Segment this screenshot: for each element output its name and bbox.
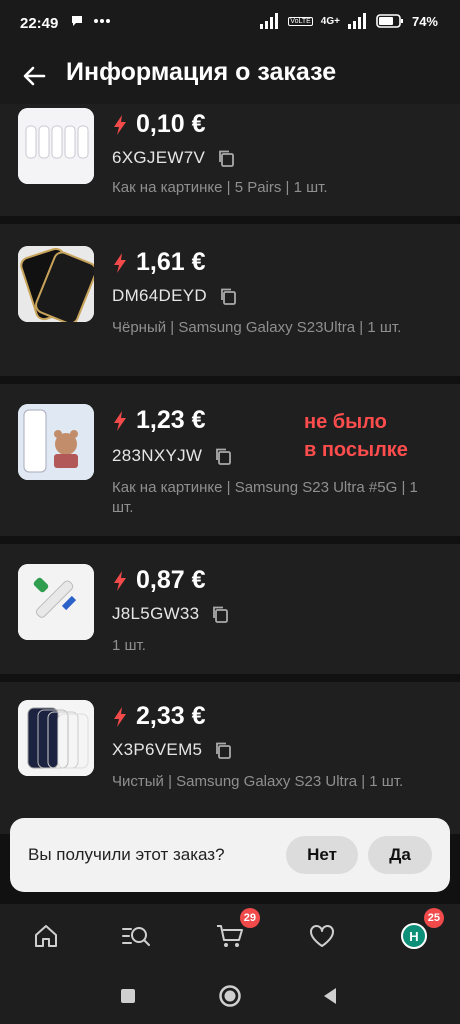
- status-bar: 22:49 VoLTE 4G+ 74%: [0, 0, 460, 48]
- copy-icon[interactable]: [214, 447, 232, 465]
- item-price: 0,10 €: [136, 110, 206, 138]
- order-item[interactable]: 0,10 € 6XGJEW7V Как на картинке | 5 Pair…: [0, 104, 460, 216]
- item-code: J8L5GW33: [112, 604, 200, 623]
- item-price: 2,33 €: [136, 702, 206, 730]
- nav-profile[interactable]: H 25: [396, 908, 444, 954]
- item-description: Как на картинке | Samsung S23 Ultra #5G …: [112, 479, 418, 516]
- item-code: X3P6VEM5: [112, 740, 203, 759]
- app-header: Информация о заказе: [0, 48, 460, 104]
- bear-case-image: [18, 404, 94, 480]
- missing-note: не было в посылке: [304, 408, 408, 464]
- signal-icon: [260, 13, 279, 29]
- nav-catalog[interactable]: [118, 918, 154, 954]
- missing-note-line1: не было: [304, 411, 387, 433]
- product-thumbnail[interactable]: [18, 246, 94, 322]
- bolt-icon: [114, 570, 126, 591]
- yes-button[interactable]: Да: [368, 836, 432, 874]
- item-price: 1,23 €: [136, 406, 206, 434]
- back-triangle-icon[interactable]: [318, 984, 342, 1008]
- status-time: 22:49: [20, 15, 59, 32]
- cart-icon: [217, 925, 243, 947]
- copy-icon[interactable]: [214, 741, 232, 759]
- item-description: 1 шт.: [112, 637, 146, 654]
- copy-icon[interactable]: [219, 287, 237, 305]
- heart-icon: [310, 925, 334, 947]
- network-label: 4G+: [320, 15, 340, 27]
- nav-home[interactable]: [28, 918, 64, 954]
- profile-badge: 25: [423, 908, 444, 928]
- signal-icon-2: [347, 13, 366, 29]
- item-price: 0,87 €: [136, 566, 206, 594]
- item-code: 283NXYJW: [112, 446, 203, 465]
- order-item[interactable]: 1,61 € DM64DEYD Чёрный | Samsung Galaxy …: [0, 224, 460, 376]
- home-circle-icon[interactable]: [218, 984, 242, 1008]
- back-arrow-icon[interactable]: [18, 60, 50, 92]
- bolt-icon: [114, 252, 126, 273]
- bolt-icon: [114, 706, 126, 727]
- item-description: Как на картинке | 5 Pairs | 1 шт.: [112, 179, 328, 196]
- bolt-icon: [114, 410, 126, 431]
- phone-case-image: [18, 246, 94, 322]
- search-list-icon: [122, 927, 150, 946]
- nav-favorites[interactable]: [304, 918, 340, 954]
- product-thumbnail[interactable]: [18, 404, 94, 480]
- socks-image: [18, 108, 94, 184]
- recents-icon[interactable]: [116, 984, 140, 1008]
- system-nav-bar: [0, 968, 460, 1024]
- more-dots-icon: [94, 19, 110, 23]
- cart-badge: 29: [239, 908, 260, 928]
- home-icon: [35, 925, 57, 947]
- missing-note-line2: в посылке: [304, 439, 408, 461]
- no-button[interactable]: Нет: [286, 836, 358, 874]
- order-received-prompt: Вы получили этот заказ? Нет Да: [10, 818, 450, 892]
- item-code: 6XGJEW7V: [112, 148, 206, 167]
- battery-icon: [376, 14, 403, 28]
- product-thumbnail[interactable]: [18, 108, 94, 184]
- item-price: 1,61 €: [136, 248, 206, 276]
- product-thumbnail[interactable]: [18, 700, 94, 776]
- product-thumbnail[interactable]: [18, 564, 94, 640]
- order-item[interactable]: 0,87 € J8L5GW33 1 шт.: [0, 544, 460, 674]
- order-item[interactable]: 1,23 € не было в посылке 283NXYJW Как на…: [0, 384, 460, 536]
- screen-protector-image: [18, 700, 94, 776]
- bolt-icon: [114, 114, 126, 135]
- item-code: DM64DEYD: [112, 286, 207, 305]
- cleaning-pen-image: [18, 564, 94, 640]
- order-item[interactable]: 2,33 € X3P6VEM5 Чистый | Samsung Galaxy …: [0, 682, 460, 834]
- battery-percent: 74%: [411, 13, 438, 29]
- chat-bubble-icon: [72, 16, 82, 26]
- copy-icon[interactable]: [211, 605, 229, 623]
- order-items-list: 0,10 € 6XGJEW7V Как на картинке | 5 Pair…: [0, 104, 460, 924]
- page-title: Информация о заказе: [66, 58, 337, 86]
- prompt-question: Вы получили этот заказ?: [28, 845, 225, 864]
- nav-cart[interactable]: 29: [212, 908, 260, 954]
- item-description: Чёрный | Samsung Galaxy S23Ultra | 1 шт.: [112, 319, 402, 336]
- bottom-nav: 29 H 25: [0, 904, 460, 968]
- volte-label: VoLTE: [288, 16, 313, 26]
- copy-icon[interactable]: [217, 149, 235, 167]
- avatar: H: [401, 923, 427, 949]
- item-description: Чистый | Samsung Galaxy S23 Ultra | 1 шт…: [112, 773, 404, 790]
